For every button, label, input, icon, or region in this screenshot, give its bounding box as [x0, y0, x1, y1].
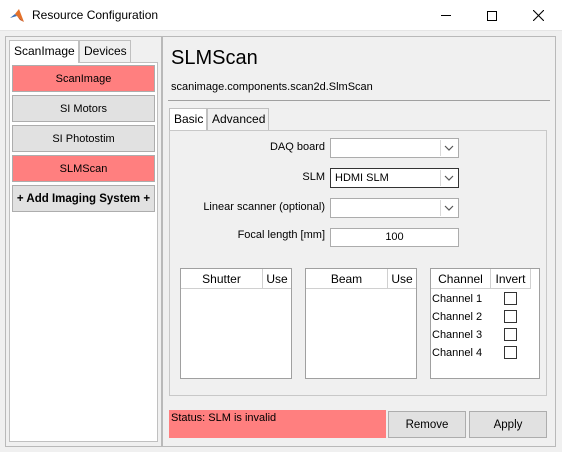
system-button-scanimage[interactable]: ScanImage — [12, 65, 155, 92]
shutter-table[interactable]: Shutter Use — [180, 268, 292, 379]
dropdown-separator — [440, 200, 441, 216]
focal-length-field[interactable]: 100 — [330, 228, 459, 247]
config-panel: SLMScan scanimage.components.scan2d.SlmS… — [162, 36, 556, 447]
chevron-down-icon — [444, 205, 454, 211]
system-list-panel: ScanImage Devices ScanImage SI Motors SI… — [5, 36, 162, 447]
divider — [168, 100, 550, 101]
channel-column-header: Channel — [431, 269, 491, 289]
minimize-icon — [441, 15, 451, 16]
tab-scanimage[interactable]: ScanImage — [9, 40, 79, 63]
status-message: Status: SLM is invalid — [169, 410, 386, 438]
chevron-down-icon — [444, 145, 454, 151]
daq-board-dropdown[interactable] — [330, 138, 459, 158]
focal-length-label: Focal length [mm] — [237, 229, 325, 241]
shutter-use-column-header: Use — [263, 269, 291, 289]
window-title: Resource Configuration — [32, 8, 159, 22]
daq-board-label: DAQ board — [269, 141, 325, 153]
linear-scanner-dropdown[interactable] — [330, 198, 459, 218]
linear-scanner-label: Linear scanner (optional) — [203, 201, 325, 213]
channel-row-name: Channel 2 — [432, 311, 483, 323]
invert-column-header: Invert — [491, 269, 531, 289]
class-path: scanimage.components.scan2d.SlmScan — [171, 81, 373, 93]
channel-table[interactable]: Channel Invert Channel 1 Channel 2 Chann… — [430, 268, 540, 379]
beam-use-column-header: Use — [388, 269, 416, 289]
dropdown-separator — [440, 170, 441, 186]
systems-pane: ScanImage SI Motors SI Photostim SLMScan… — [9, 62, 158, 442]
basic-pane: DAQ board SLM HDMI SLM Linear scanner (o… — [169, 130, 547, 396]
channel-row-name: Channel 4 — [432, 347, 483, 359]
channel-row-name: Channel 1 — [432, 293, 483, 305]
title-bar: Resource Configuration — [0, 0, 562, 31]
invert-checkbox-3[interactable] — [504, 328, 517, 341]
close-icon — [532, 10, 544, 21]
dropdown-separator — [440, 140, 441, 156]
tab-devices[interactable]: Devices — [79, 40, 131, 62]
beam-table[interactable]: Beam Use — [305, 268, 417, 379]
close-button[interactable] — [515, 0, 561, 31]
beam-column-header: Beam — [306, 269, 388, 289]
maximize-button[interactable] — [469, 0, 515, 31]
slm-label: SLM — [302, 171, 325, 183]
invert-checkbox-2[interactable] — [504, 310, 517, 323]
slm-value: HDMI SLM — [335, 172, 389, 184]
page-title: SLMScan — [171, 47, 258, 69]
maximize-icon — [487, 10, 497, 21]
invert-checkbox-4[interactable] — [504, 346, 517, 359]
slm-dropdown[interactable]: HDMI SLM — [330, 168, 459, 188]
channel-row-name: Channel 3 — [432, 329, 483, 341]
system-button-si-motors[interactable]: SI Motors — [12, 95, 155, 122]
apply-button[interactable]: Apply — [469, 411, 547, 438]
invert-checkbox-1[interactable] — [504, 292, 517, 305]
tab-advanced[interactable]: Advanced — [207, 108, 269, 130]
shutter-column-header: Shutter — [181, 269, 263, 289]
remove-button[interactable]: Remove — [388, 411, 466, 438]
tab-basic[interactable]: Basic — [169, 108, 207, 130]
chevron-down-icon — [444, 175, 454, 181]
matlab-icon — [10, 9, 24, 22]
minimize-button[interactable] — [423, 0, 469, 31]
